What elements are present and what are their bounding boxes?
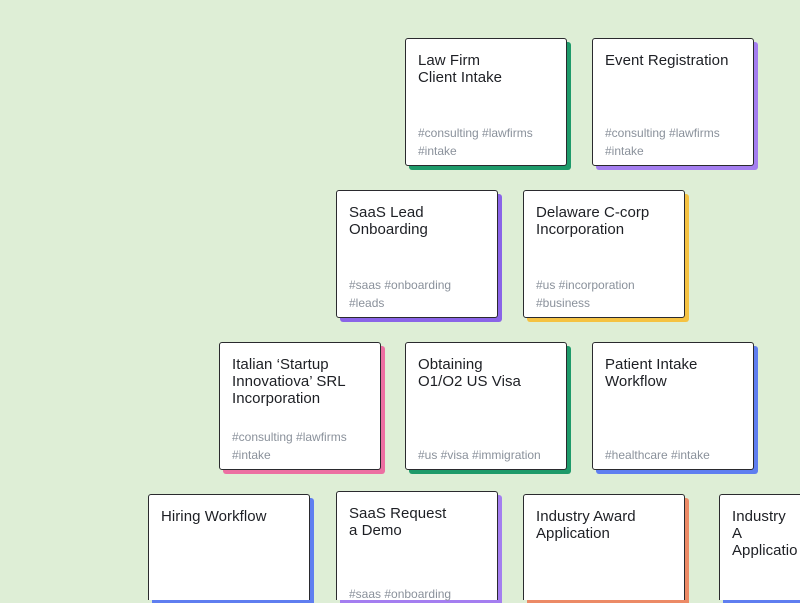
template-card-patient-intake-workflow[interactable]: Patient Intake Workflow #healthcare #int… xyxy=(592,342,754,470)
card-tags: #consulting #lawfirms #intake xyxy=(605,125,747,160)
card-title: Event Registration xyxy=(605,52,741,69)
card-title: Patient Intake Workflow xyxy=(605,356,741,390)
template-card-saas-lead-onboarding[interactable]: SaaS Lead Onboarding #saas #onboarding #… xyxy=(336,190,498,318)
card-title: SaaS Lead Onboarding xyxy=(349,204,485,238)
card-title: SaaS Request a Demo xyxy=(349,505,485,539)
card-title: Hiring Workflow xyxy=(161,508,297,525)
template-card-obtaining-o1-o2-us-visa[interactable]: Obtaining O1/O2 US Visa #us #visa #immig… xyxy=(405,342,567,470)
template-card-industry-award-application-partial[interactable]: Industry A Applicatio xyxy=(719,494,800,600)
template-card-hiring-workflow[interactable]: Hiring Workflow xyxy=(148,494,310,600)
card-tags: #us #incorporation #business xyxy=(536,277,678,312)
card-tags: #healthcare #intake xyxy=(605,447,747,465)
card-tags: #consulting #lawfirms #intake xyxy=(232,429,374,464)
template-card-event-registration[interactable]: Event Registration #consulting #lawfirms… xyxy=(592,38,754,166)
card-title: Italian ‘Startup Innovatiova’ SRL Incorp… xyxy=(232,356,368,407)
card-title: Obtaining O1/O2 US Visa xyxy=(418,356,554,390)
card-title: Industry A Applicatio xyxy=(732,508,788,559)
template-card-saas-request-a-demo[interactable]: SaaS Request a Demo #saas #onboarding xyxy=(336,491,498,600)
card-title: Law Firm Client Intake xyxy=(418,52,554,86)
template-card-italian-startup-srl-incorporation[interactable]: Italian ‘Startup Innovatiova’ SRL Incorp… xyxy=(219,342,381,470)
card-title: Industry Award Application xyxy=(536,508,672,542)
template-card-delaware-c-corp-incorporation[interactable]: Delaware C-corp Incorporation #us #incor… xyxy=(523,190,685,318)
card-tags: #saas #onboarding #leads xyxy=(349,277,491,312)
template-card-industry-award-application[interactable]: Industry Award Application xyxy=(523,494,685,600)
card-title: Delaware C-corp Incorporation xyxy=(536,204,672,238)
card-tags: #consulting #lawfirms #intake xyxy=(418,125,560,160)
template-card-law-firm-client-intake[interactable]: Law Firm Client Intake #consulting #lawf… xyxy=(405,38,567,166)
template-gallery-canvas: { "templates": [ {"title": "Law Firm\nCl… xyxy=(0,0,800,600)
card-tags: #saas #onboarding xyxy=(349,586,491,603)
card-tags: #us #visa #immigration xyxy=(418,447,560,465)
